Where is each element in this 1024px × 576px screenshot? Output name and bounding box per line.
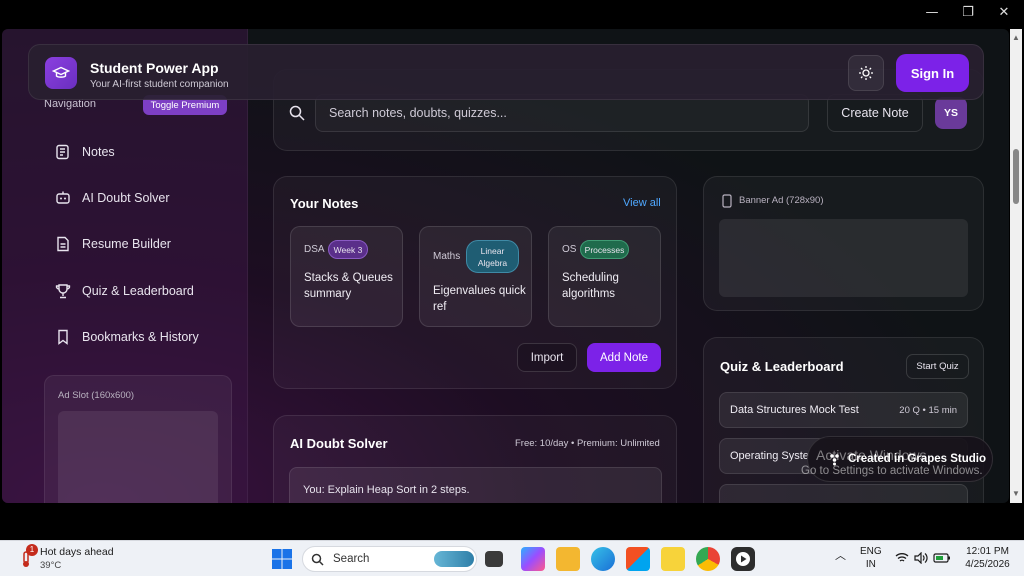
sun-icon: [859, 66, 873, 80]
app-subtitle: Your AI-first student companion: [90, 79, 229, 90]
vertical-scrollbar[interactable]: ▲ ▼: [1010, 29, 1022, 503]
sidebar-item-label: Notes: [82, 145, 115, 159]
ai-doubt-solver-card: AI Doubt Solver Free: 10/day • Premium: …: [273, 415, 677, 503]
sticky-notes-icon[interactable]: [661, 547, 685, 571]
copilot-icon[interactable]: [521, 547, 545, 571]
weather-temperature: 39°C: [40, 560, 62, 571]
app-title: Student Power App: [90, 60, 219, 76]
system-clock[interactable]: 12:01 PM 4/25/2026: [960, 545, 1015, 571]
chevron-up-icon[interactable]: ︿: [835, 550, 846, 563]
document-icon: [57, 236, 69, 252]
windows-start-icon[interactable]: [270, 547, 294, 571]
quiz-row[interactable]: Data Structures Mock Test 20 Q • 15 min: [719, 392, 968, 428]
file-explorer-icon[interactable]: [556, 547, 580, 571]
clock-date: 4/25/2026: [965, 559, 1010, 570]
language-code: ENG: [860, 546, 882, 557]
sidebar-item-resume-builder[interactable]: Resume Builder: [54, 232, 171, 256]
chat-message: You: Explain Heap Sort in 2 steps.: [289, 467, 662, 503]
scroll-down-arrow[interactable]: ▼: [1010, 487, 1022, 501]
note-tag: Linear Algebra: [466, 240, 519, 273]
ad-slot-label: Ad Slot (160x600): [58, 390, 135, 401]
close-button[interactable]: ✕: [994, 4, 1014, 22]
app-viewport: Navigation Toggle Premium Notes AI Doubt…: [2, 29, 1009, 503]
notification-badge: 1: [26, 544, 38, 556]
banner-ad-card: Banner Ad (728x90): [703, 176, 984, 311]
chat-message-text: You: Explain Heap Sort in 2 steps.: [303, 484, 470, 496]
quiz-meta: 20 Q • 15 min: [899, 405, 957, 416]
ad-slot: Ad Slot (160x600): [44, 375, 232, 503]
quiz-title: Quiz & Leaderboard: [720, 359, 844, 374]
sidebar-item-notes[interactable]: Notes: [54, 140, 115, 164]
note-card[interactable]: Maths Linear Algebra Eigenvalues quick r…: [419, 226, 532, 327]
minimize-button[interactable]: —: [922, 4, 942, 22]
search-highlight-icon[interactable]: [434, 551, 474, 567]
weather-title[interactable]: Hot days ahead: [40, 546, 114, 558]
phone-icon: [722, 194, 732, 208]
trophy-icon: [55, 284, 71, 299]
add-note-button[interactable]: Add Note: [587, 343, 661, 372]
quiz-name: Operating Syste: [730, 450, 809, 462]
doubt-title: AI Doubt Solver: [290, 436, 388, 451]
scrollbar-thumb[interactable]: [1013, 149, 1019, 204]
note-card[interactable]: OS Processes Scheduling algorithms: [548, 226, 661, 327]
robot-icon: [56, 191, 70, 204]
notes-card: Your Notes View all DSA Week 3 Stacks & …: [273, 176, 677, 389]
note-tag: Processes: [580, 240, 629, 259]
note-title: Scheduling algorithms: [562, 272, 619, 300]
sidebar-item-bookmarks-history[interactable]: Bookmarks & History: [54, 325, 199, 349]
graduation-cap-icon: [45, 57, 77, 89]
window-titlebar: — ❐ ✕: [0, 0, 1024, 27]
note-subject: Maths: [433, 251, 461, 262]
taskbar-search-icon: [311, 553, 324, 566]
media-player-icon[interactable]: [731, 547, 755, 571]
sidebar-item-ai-doubt-solver[interactable]: AI Doubt Solver: [54, 186, 170, 210]
quiz-name: Data Structures Mock Test: [730, 404, 859, 416]
wifi-icon[interactable]: [895, 552, 909, 564]
view-all-link[interactable]: View all: [623, 197, 661, 209]
banner-ad-label: Banner Ad (728x90): [739, 195, 824, 206]
taskbar: 1 Hot days ahead 39°C Search ︿ ENG IN 12…: [0, 540, 1024, 576]
doubt-plan-info: Free: 10/day • Premium: Unlimited: [515, 438, 660, 449]
task-view-icon[interactable]: [485, 551, 503, 567]
edge-icon[interactable]: [591, 547, 615, 571]
sidebar-item-label: AI Doubt Solver: [82, 191, 170, 205]
theme-toggle-button[interactable]: [848, 55, 884, 91]
note-subject: OS: [562, 244, 577, 255]
sidebar-item-label: Resume Builder: [82, 237, 171, 251]
activate-windows-subtitle: Go to Settings to activate Windows.: [801, 465, 983, 477]
note-tag: Week 3: [328, 240, 368, 259]
activate-windows-title: Activate Windows: [816, 447, 927, 463]
scroll-up-arrow[interactable]: ▲: [1010, 31, 1022, 45]
microsoft-store-icon[interactable]: [626, 547, 650, 571]
note-title: Eigenvalues quick ref: [433, 285, 526, 313]
clock-time: 12:01 PM: [966, 546, 1009, 557]
battery-icon[interactable]: [933, 552, 951, 564]
sign-in-button[interactable]: Sign In: [896, 54, 969, 92]
notes-icon: [56, 144, 69, 160]
avatar[interactable]: YS: [935, 97, 967, 129]
note-card[interactable]: DSA Week 3 Stacks & Queues summary: [290, 226, 403, 327]
chrome-icon[interactable]: [696, 547, 720, 571]
sidebar-item-label: Bookmarks & History: [82, 330, 199, 344]
ad-slot-placeholder: [58, 411, 218, 503]
language-indicator[interactable]: ENG IN: [860, 545, 882, 571]
sidebar-item-label: Quiz & Leaderboard: [82, 284, 194, 298]
app-header: Student Power App Your AI-first student …: [28, 44, 984, 100]
quiz-row[interactable]: [719, 484, 968, 503]
sidebar: Navigation Toggle Premium Notes AI Doubt…: [2, 29, 248, 503]
bookmark-icon: [58, 329, 68, 345]
start-quiz-button[interactable]: Start Quiz: [906, 354, 969, 379]
banner-ad-placeholder: [719, 219, 968, 297]
note-subject: DSA: [304, 244, 325, 255]
note-title: Stacks & Queues summary: [304, 272, 393, 300]
speaker-icon[interactable]: [914, 552, 928, 564]
sidebar-item-quiz-leaderboard[interactable]: Quiz & Leaderboard: [54, 279, 194, 303]
maximize-button[interactable]: ❐: [958, 4, 978, 22]
language-region: IN: [865, 559, 876, 570]
import-button[interactable]: Import: [517, 343, 577, 372]
search-icon: [289, 105, 305, 121]
notes-title: Your Notes: [290, 196, 359, 211]
